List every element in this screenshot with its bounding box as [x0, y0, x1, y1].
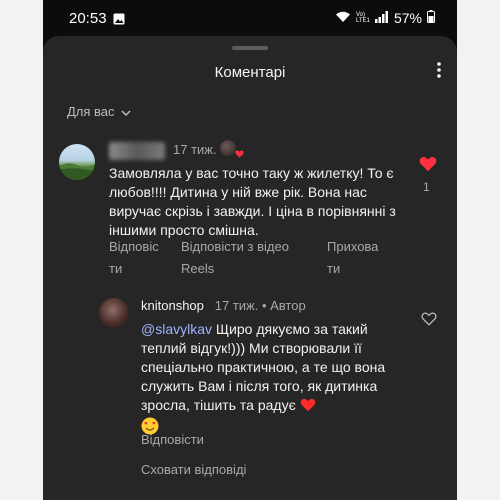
reply-meta: 17 тиж. • Автор — [214, 298, 306, 313]
hide-button[interactable]: Прихова ти — [327, 236, 378, 280]
status-bar: 20:53 Vo) LTE1 57% — [43, 0, 457, 36]
status-indicators: Vo) LTE1 57% — [335, 10, 435, 26]
like-count: 1 — [423, 180, 430, 194]
filter-dropdown[interactable]: Для вас — [67, 104, 131, 119]
sheet-title: Коментарі — [214, 64, 286, 81]
creator-liked-heart-icon — [235, 145, 244, 163]
wifi-icon — [335, 10, 351, 26]
reply-username[interactable]: knitonshop — [141, 298, 204, 313]
creator-liked-avatar — [220, 140, 236, 156]
hide-replies-button[interactable]: Сховати відповіді — [141, 462, 246, 477]
comment-time: 17 тиж. — [173, 142, 217, 157]
network-label: Vo) LTE1 — [355, 12, 370, 24]
reply-to-reply-button[interactable]: Відповісти — [141, 432, 204, 447]
reply-like-heart-icon[interactable] — [421, 312, 437, 331]
phone-screen: 20:53 Vo) LTE1 57% Коментарі Для вас 17 … — [43, 0, 457, 500]
red-heart-emoji-icon — [300, 397, 316, 413]
battery-icon — [427, 10, 435, 26]
status-time: 20:53 — [69, 10, 107, 27]
hide-label-line1: Прихова — [327, 239, 379, 254]
comment-text: Замовляла у вас точно таку ж жилетку! То… — [109, 165, 396, 238]
more-options-icon[interactable] — [437, 62, 441, 83]
reply-author-avatar[interactable] — [99, 298, 129, 328]
reply-text-block: @slavylkav Щиро дякуємо за такий теплий … — [141, 320, 403, 440]
commenter-avatar[interactable] — [59, 144, 95, 180]
reels-label-line2: Reels — [181, 261, 215, 276]
reply-header: knitonshop 17 тиж. • Автор — [141, 298, 306, 313]
chevron-down-icon — [121, 104, 131, 119]
drag-handle[interactable] — [232, 46, 268, 50]
like-heart-icon[interactable] — [419, 156, 437, 177]
reply-label-line2: ти — [109, 261, 123, 276]
reply-with-reels-button[interactable]: Відповісти з відео Reels — [181, 236, 289, 280]
gallery-icon — [113, 12, 125, 28]
filter-label: Для вас — [67, 104, 115, 119]
reply-button[interactable]: Відповіс ти — [109, 236, 159, 280]
mention-link[interactable]: @slavylkav — [141, 321, 212, 337]
hide-label-line2: ти — [327, 261, 341, 276]
comments-sheet: Коментарі Для вас 17 тиж. Замовляла у ва… — [43, 36, 457, 500]
reels-label-line1: Відповісти з відео — [181, 239, 289, 254]
signal-icon — [374, 10, 389, 26]
commenter-username-blurred[interactable] — [109, 142, 165, 160]
battery-percent: 57% — [393, 10, 422, 26]
reply-label-line1: Відповіс — [109, 239, 159, 254]
